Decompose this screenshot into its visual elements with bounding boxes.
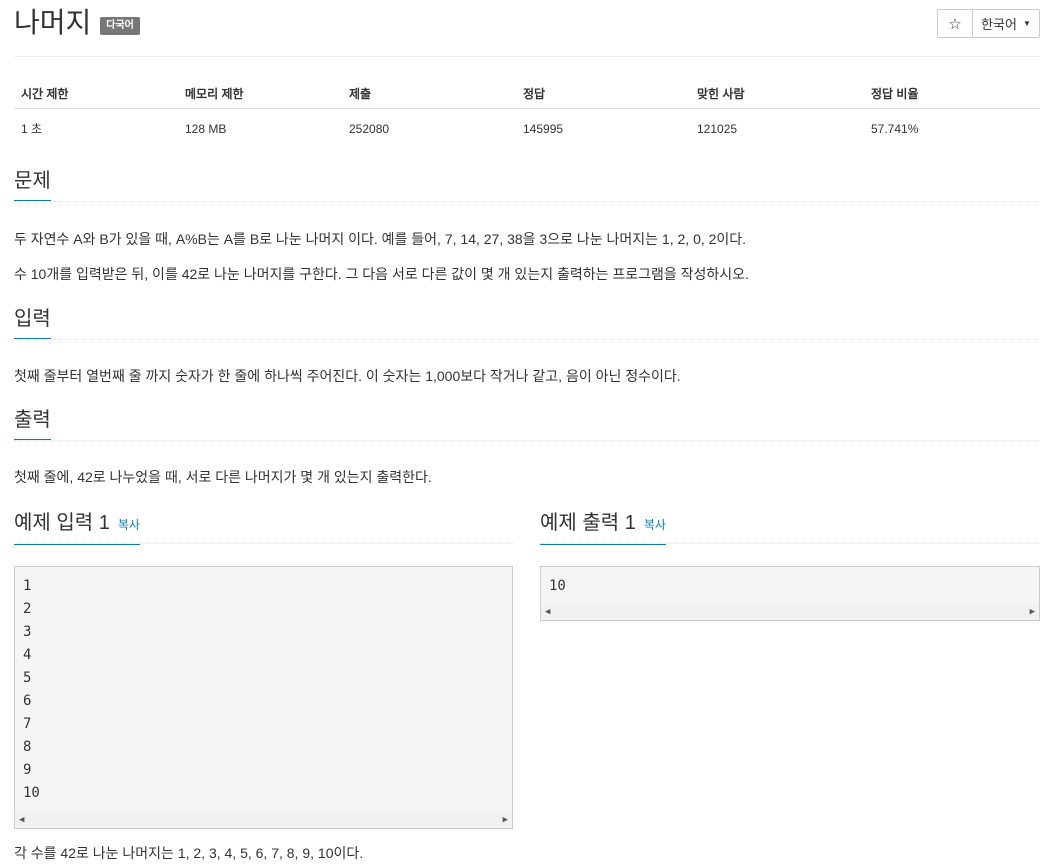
- input-heading-line: [14, 339, 1040, 340]
- input-description: 첫째 줄부터 열번째 줄 까지 숫자가 한 줄에 하나씩 주어진다. 이 숫자는…: [14, 368, 681, 384]
- star-button[interactable]: ☆: [937, 9, 973, 38]
- sample-output-title: 예제 출력 1: [540, 512, 636, 534]
- info-header-time-limit: 시간 제한: [14, 79, 178, 109]
- info-accepted: 145995: [523, 121, 564, 136]
- sample-input-line: 5: [23, 670, 32, 686]
- page-title: 나머지: [14, 7, 92, 38]
- sample-input-line: 2: [23, 601, 32, 617]
- title-row: 나머지 다국어: [14, 6, 140, 40]
- sample-input-heading: 예제 입력 1 복사: [14, 511, 140, 545]
- info-header-memory-limit: 메모리 제한: [178, 79, 342, 109]
- info-submissions: 252080: [349, 121, 390, 136]
- info-value-row: 1 초 128 MB 252080 145995 121025 57.741%: [14, 109, 1040, 149]
- multilang-badge[interactable]: 다국어: [100, 17, 140, 35]
- scroll-left-icon[interactable]: ◀: [545, 607, 550, 617]
- scroll-right-icon[interactable]: ▶: [503, 815, 508, 825]
- problem-heading-line: [14, 201, 1040, 202]
- sample-input-line: 6: [23, 693, 32, 709]
- problem-heading: 문제: [14, 169, 51, 201]
- sample-output-copy-link[interactable]: 복사: [644, 518, 666, 532]
- info-memory-limit: 128 MB: [185, 121, 227, 136]
- sample-output-box[interactable]: 10 ◀ ▶: [540, 566, 1040, 621]
- sample-output-line: 10: [549, 578, 566, 594]
- sample-output-heading: 예제 출력 1 복사: [540, 511, 666, 545]
- info-solvers: 121025: [697, 121, 738, 136]
- sample-input-copy-link[interactable]: 복사: [118, 518, 140, 532]
- info-time-limit: 1 초: [21, 122, 43, 136]
- output-heading: 출력: [14, 408, 51, 440]
- input-heading: 입력: [14, 307, 51, 339]
- scroll-right-icon[interactable]: ▶: [1030, 607, 1035, 617]
- output-description: 첫째 줄에, 42로 나누었을 때, 서로 다른 나머지가 몇 개 있는지 출력…: [14, 469, 432, 485]
- sample-input-line: 10: [23, 785, 40, 801]
- sample-output-scrollbar[interactable]: ◀ ▶: [541, 605, 1039, 620]
- sample-input-scrollbar[interactable]: ◀ ▶: [15, 813, 512, 828]
- sample-input-line: 1: [23, 578, 32, 594]
- language-label: 한국어: [981, 17, 1017, 32]
- sample-input-box[interactable]: 1 2 3 4 5 6 7 8 9 10 ◀ ▶: [14, 566, 513, 829]
- sample-input-line: 4: [23, 647, 32, 663]
- info-header-solvers: 맞힌 사람: [690, 79, 864, 109]
- sample-input-line: 7: [23, 716, 32, 732]
- top-buttons: ☆ 한국어 ▼: [937, 9, 1040, 38]
- info-ratio: 57.741%: [871, 121, 919, 136]
- problem-line-2: 수 10개를 입력받은 뒤, 이를 42로 나눈 나머지를 구한다. 그 다음 …: [14, 266, 749, 282]
- language-dropdown[interactable]: 한국어 ▼: [973, 9, 1040, 38]
- info-header-submissions: 제출: [342, 79, 516, 109]
- star-icon: ☆: [948, 15, 962, 33]
- info-header-accepted: 정답: [516, 79, 690, 109]
- info-header-row: 시간 제한 메모리 제한 제출 정답 맞힌 사람 정답 비율: [14, 79, 1040, 109]
- scroll-left-icon[interactable]: ◀: [19, 815, 24, 825]
- sample-input-line: 9: [23, 762, 32, 778]
- sample-input-title: 예제 입력 1: [14, 512, 110, 534]
- problem-info-table: 시간 제한 메모리 제한 제출 정답 맞힌 사람 정답 비율 1 초 128 M…: [14, 79, 1040, 148]
- problem-line-1: 두 자연수 A와 B가 있을 때, A%B는 A를 B로 나눈 나머지 이다. …: [14, 231, 747, 247]
- sample-input-line: 8: [23, 739, 32, 755]
- output-heading-line: [14, 440, 1040, 441]
- caret-down-icon: ▼: [1022, 19, 1031, 28]
- sample-explanation: 각 수를 42로 나눈 나머지는 1, 2, 3, 4, 5, 6, 7, 8,…: [14, 845, 364, 861]
- sample-input-line: 3: [23, 624, 32, 640]
- info-header-ratio: 정답 비율: [864, 79, 1040, 109]
- header-divider: [14, 56, 1040, 57]
